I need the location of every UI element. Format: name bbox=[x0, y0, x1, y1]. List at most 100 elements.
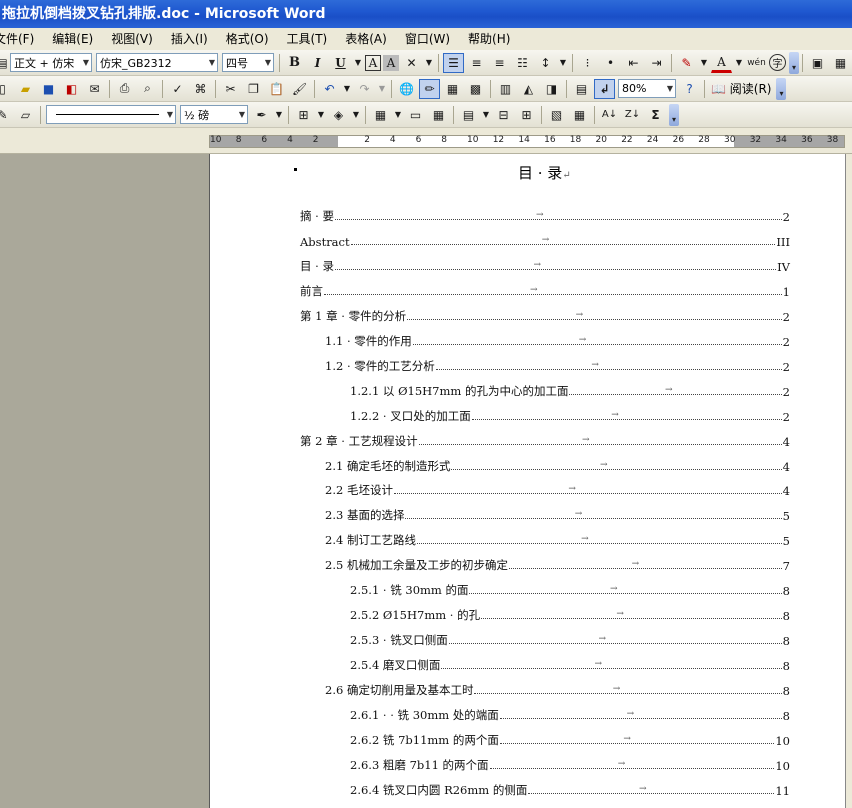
spelling-icon[interactable]: ✓ bbox=[167, 79, 188, 99]
underline-button[interactable]: U bbox=[330, 53, 351, 73]
toc-entry[interactable]: 2.6.1 · · 铣 30mm 处的端面 → 8 bbox=[350, 705, 790, 723]
read-button[interactable]: 📖 阅读(R) bbox=[708, 80, 774, 97]
font-color-button[interactable]: A bbox=[711, 53, 732, 73]
border-color-icon[interactable]: ✒ bbox=[251, 105, 272, 125]
sort-descending-icon[interactable]: Z↓ bbox=[622, 105, 643, 125]
distribute-icon[interactable]: ☷ bbox=[512, 53, 533, 73]
italic-button[interactable]: I bbox=[307, 53, 328, 73]
format-painter-icon[interactable]: 🖌 bbox=[289, 79, 310, 99]
draw-table-icon[interactable]: ✎ bbox=[0, 105, 13, 125]
toc-entry[interactable]: 2.5.3 · 铣叉口侧面 → 8 bbox=[350, 630, 790, 648]
autosum-button[interactable]: Σ bbox=[645, 105, 666, 125]
distribute-rows-icon[interactable]: ⊟ bbox=[493, 105, 514, 125]
chevron-down-icon[interactable]: ▼ bbox=[377, 79, 387, 99]
toc-entry[interactable]: 第 2 章 · 工艺规程设计 → 4 bbox=[300, 431, 790, 449]
toc-entry[interactable]: Abstract → III bbox=[300, 231, 790, 249]
table-autofit-icon[interactable]: ▦ bbox=[569, 105, 590, 125]
menu-window[interactable]: 窗口(W) bbox=[396, 29, 459, 49]
toc-entry[interactable]: 第 1 章 · 零件的分析 → 2 bbox=[300, 306, 790, 324]
redo-icon[interactable]: ↷ bbox=[354, 79, 375, 99]
insert-table-icon-2[interactable]: ▦ bbox=[370, 105, 391, 125]
toc-entry[interactable]: 1.2 · 零件的工艺分析 → 2 bbox=[325, 356, 790, 374]
enclose-char-button[interactable]: 字 bbox=[769, 54, 786, 71]
drawing-icon[interactable]: ◭ bbox=[518, 79, 539, 99]
char-shading-button[interactable]: A bbox=[383, 54, 399, 71]
toc-entry[interactable]: 2.4 制订工艺路线 → 5 bbox=[325, 530, 790, 548]
print-icon[interactable]: ⎙ bbox=[114, 79, 135, 99]
chevron-down-icon[interactable]: ▼ bbox=[734, 53, 744, 73]
sort-ascending-icon[interactable]: A↓ bbox=[599, 105, 620, 125]
toc-entry[interactable]: 2.6.3 粗磨 7b11 的两个面 → 10 bbox=[350, 755, 790, 773]
decrease-indent-icon[interactable]: ⇤ bbox=[623, 53, 644, 73]
document-map-icon[interactable]: ◨ bbox=[541, 79, 562, 99]
chevron-down-icon[interactable]: ▼ bbox=[342, 79, 352, 99]
document-map-icon-2[interactable]: ▤ bbox=[571, 79, 592, 99]
toc-entry[interactable]: 1.1 · 零件的作用 → 2 bbox=[325, 331, 790, 349]
chevron-down-icon[interactable]: ▼ bbox=[351, 105, 361, 125]
research-icon[interactable]: ⌘ bbox=[190, 79, 211, 99]
char-border-button[interactable]: A bbox=[365, 54, 381, 71]
horizontal-ruler[interactable]: 10 8 6 4 2 2 4 6 8 10 12 14 16 18 20 22 24 26 28 30 32 34 36 38 bbox=[0, 128, 852, 154]
line-style-combo[interactable]: ▼ bbox=[46, 105, 176, 124]
ruler-strip[interactable]: 10 8 6 4 2 2 4 6 8 10 12 14 16 18 20 22 24 26 28 30 32 34 36 38 bbox=[209, 135, 845, 148]
numbering-icon[interactable]: ⁝ bbox=[577, 53, 598, 73]
paste-icon[interactable]: 📋 bbox=[266, 79, 287, 99]
toc-entry[interactable]: 2.6.2 铣 7b11mm 的两个面 → 10 bbox=[350, 730, 790, 748]
picture-icon[interactable]: ▣ bbox=[807, 53, 828, 73]
chevron-down-icon[interactable]: ▼ bbox=[316, 105, 326, 125]
toc-entry[interactable]: 2.5.4 磨叉口侧面 → 8 bbox=[350, 655, 790, 673]
toc-entry[interactable]: 2.2 毛坯设计 → 4 bbox=[325, 480, 790, 498]
tables-borders-icon[interactable]: ✏ bbox=[419, 78, 440, 99]
table-autoformat-icon[interactable]: ▧ bbox=[546, 105, 567, 125]
columns-icon[interactable]: ▥ bbox=[495, 79, 516, 99]
phonetic-guide-button[interactable]: wén bbox=[746, 53, 767, 73]
new-document-icon[interactable]: ▯ bbox=[0, 79, 13, 99]
align-justify-icon[interactable]: ☰ bbox=[443, 52, 464, 73]
toc-entry[interactable]: 2.6 确定切削用量及基本工时 → 8 bbox=[325, 680, 790, 698]
menu-tools[interactable]: 工具(T) bbox=[278, 29, 337, 49]
align-cell-icon[interactable]: ▤ bbox=[458, 105, 479, 125]
char-scale-icon[interactable]: ✕ bbox=[401, 53, 422, 73]
chevron-down-icon[interactable]: ▼ bbox=[558, 53, 568, 73]
toc-entry[interactable]: 摘 · 要 → 2 bbox=[300, 206, 790, 224]
toolbar-options-icon[interactable]: ▾ bbox=[789, 51, 799, 74]
align-center-icon[interactable]: ≡ bbox=[466, 53, 487, 73]
toc-entry[interactable]: 前言 → 1 bbox=[300, 281, 790, 299]
menu-view[interactable]: 视图(V) bbox=[102, 29, 162, 49]
email-icon[interactable]: ✉ bbox=[84, 79, 105, 99]
chevron-down-icon[interactable]: ▼ bbox=[699, 53, 709, 73]
line-weight-combo[interactable]: ½ 磅 ▼ bbox=[180, 105, 248, 124]
chevron-down-icon[interactable]: ▼ bbox=[353, 53, 363, 73]
zoom-combo[interactable]: 80% ▼ bbox=[618, 79, 676, 98]
font-combo[interactable]: 仿宋_GB2312 ▼ bbox=[96, 53, 218, 72]
toc-entry[interactable]: 2.5.2 Ø15H7mm · 的孔 → 8 bbox=[350, 605, 790, 623]
borders-icon[interactable]: ⊞ bbox=[293, 105, 314, 125]
font-size-combo[interactable]: 四号 ▼ bbox=[222, 53, 274, 72]
bold-button[interactable]: B bbox=[284, 53, 305, 73]
menu-edit[interactable]: 编辑(E) bbox=[43, 29, 102, 49]
eraser-icon[interactable]: ▱ bbox=[15, 105, 36, 125]
shading-color-icon[interactable]: ◈ bbox=[328, 105, 349, 125]
toc-entry[interactable]: 2.6.4 铣叉口内圆 R26mm 的侧面 → 11 bbox=[350, 780, 790, 798]
show-hide-marks-icon[interactable]: ↲ bbox=[594, 78, 615, 99]
toc-entry[interactable]: 2.5.1 · 铣 30mm 的面 → 8 bbox=[350, 580, 790, 598]
chevron-down-icon[interactable]: ▼ bbox=[424, 53, 434, 73]
menu-help[interactable]: 帮助(H) bbox=[459, 29, 519, 49]
undo-icon[interactable]: ↶ bbox=[319, 79, 340, 99]
menu-format[interactable]: 格式(O) bbox=[217, 29, 278, 49]
toc-entry[interactable]: 1.2.1 以 Ø15H7mm 的孔为中心的加工面 → 2 bbox=[350, 381, 790, 399]
insert-table-icon[interactable]: ▦ bbox=[442, 79, 463, 99]
menu-table[interactable]: 表格(A) bbox=[336, 29, 396, 49]
menu-insert[interactable]: 插入(I) bbox=[162, 29, 217, 49]
copy-icon[interactable]: ❐ bbox=[243, 79, 264, 99]
increase-indent-icon[interactable]: ⇥ bbox=[646, 53, 667, 73]
menu-file[interactable]: 文件(F) bbox=[0, 29, 43, 49]
toc-entry[interactable]: 目 · 录 → IV bbox=[300, 256, 790, 274]
styles-pane-icon[interactable]: ▤ bbox=[0, 53, 8, 73]
document-page[interactable]: 目 · 录↵ 摘 · 要 → 2 Abstract → III 目 · 录 → IV 前言 → 1 第 … bbox=[209, 154, 846, 808]
chevron-down-icon[interactable]: ▼ bbox=[274, 105, 284, 125]
chevron-down-icon[interactable]: ▼ bbox=[393, 105, 403, 125]
toc-entry[interactable]: 2.5 机械加工余量及工步的初步确定 → 7 bbox=[325, 555, 790, 573]
style-combo[interactable]: 正文 + 仿宋 ▼ bbox=[10, 53, 92, 72]
save-icon[interactable]: ■ bbox=[38, 79, 59, 99]
